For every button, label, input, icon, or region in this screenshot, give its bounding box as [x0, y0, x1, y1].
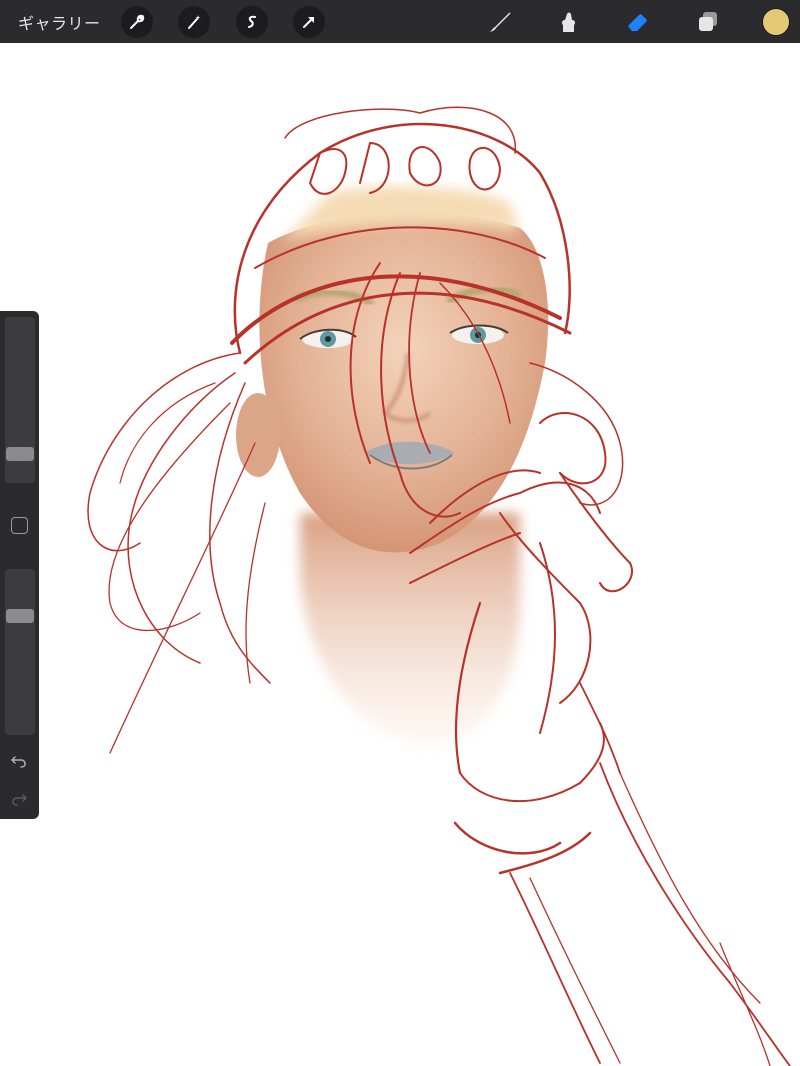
smudge-icon[interactable] — [552, 6, 584, 38]
layers-icon[interactable] — [692, 6, 724, 38]
brush-size-thumb[interactable] — [6, 447, 34, 461]
color-picker-swatch[interactable] — [762, 8, 790, 36]
painted-face — [236, 186, 549, 743]
opacity-slider[interactable] — [5, 569, 35, 735]
modify-button[interactable] — [11, 517, 28, 534]
opacity-thumb[interactable] — [6, 609, 34, 623]
selection-icon[interactable] — [236, 6, 268, 38]
transform-arrow-icon[interactable] — [293, 6, 325, 38]
artwork — [87, 106, 791, 1066]
eraser-icon[interactable] — [622, 6, 654, 38]
brush-icon[interactable] — [484, 6, 516, 38]
brush-size-slider[interactable] — [5, 317, 35, 483]
magic-wand-icon[interactable] — [178, 6, 210, 38]
wrench-icon[interactable] — [121, 6, 153, 38]
top-toolbar: ギャラリー — [0, 0, 800, 43]
redo-icon[interactable] — [9, 789, 29, 809]
left-sidebar — [0, 311, 39, 819]
drawing-canvas[interactable] — [0, 43, 800, 1066]
undo-icon[interactable] — [9, 751, 29, 771]
gallery-button[interactable]: ギャラリー — [18, 10, 101, 34]
